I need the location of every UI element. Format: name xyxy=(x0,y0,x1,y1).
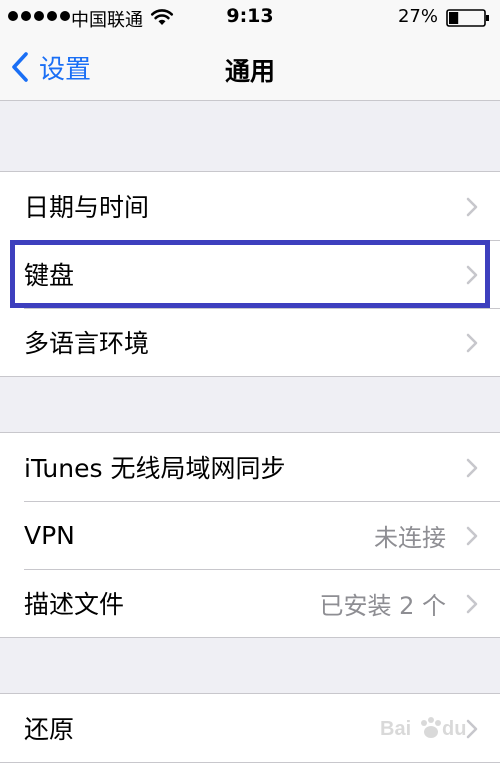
row-itunes-wifi-sync[interactable]: iTunes 无线局域网同步 xyxy=(0,433,500,501)
page-title: 通用 xyxy=(224,57,275,86)
battery-percentage: 27% xyxy=(397,6,438,27)
row-label: VPN xyxy=(24,520,75,550)
row-label: 多语言环境 xyxy=(24,329,150,358)
status-bar: 中国联通 9:13 27% xyxy=(0,0,500,34)
row-international[interactable]: 多语言环境 xyxy=(0,308,500,376)
baidu-watermark-icon: Bai du xyxy=(380,717,466,740)
row-label: 描述文件 xyxy=(24,590,125,619)
settings-group-sync: iTunes 无线局域网同步 VPN 未连接 描述文件 已安装 2 个 xyxy=(0,432,500,638)
navigation-bar: 设置 通用 xyxy=(0,34,500,100)
svg-text:du: du xyxy=(442,718,466,740)
row-date-time[interactable]: 日期与时间 xyxy=(0,172,500,240)
row-detail: 未连接 xyxy=(374,523,446,552)
chevron-right-icon xyxy=(466,458,478,478)
row-label: 日期与时间 xyxy=(24,193,150,222)
battery-icon xyxy=(446,9,489,27)
row-label: 键盘 xyxy=(24,261,75,290)
chevron-right-icon xyxy=(466,594,478,614)
row-keyboard[interactable]: 键盘 xyxy=(0,240,500,308)
chevron-right-icon xyxy=(466,197,478,217)
chevron-right-icon xyxy=(466,333,478,353)
row-vpn[interactable]: VPN 未连接 xyxy=(0,501,500,569)
settings-group-input: 日期与时间 键盘 多语言环境 xyxy=(0,171,500,377)
chevron-right-icon xyxy=(466,526,478,546)
chevron-right-icon xyxy=(466,265,478,285)
row-profiles[interactable]: 描述文件 已安装 2 个 xyxy=(0,569,500,637)
top-bar-area: 中国联通 9:13 27% 设置 通用 xyxy=(0,0,500,101)
row-label: iTunes 无线局域网同步 xyxy=(24,454,286,483)
svg-text:Bai: Bai xyxy=(380,718,411,740)
row-label: 还原 xyxy=(24,715,75,744)
row-detail: 已安装 2 个 xyxy=(319,591,446,620)
